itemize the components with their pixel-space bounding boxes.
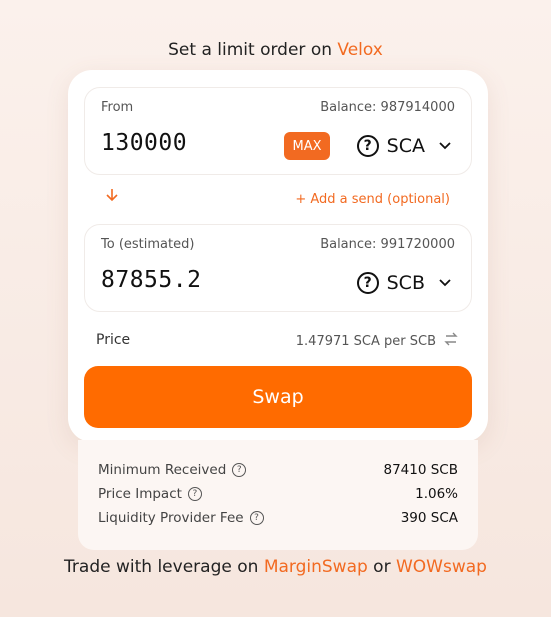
max-button[interactable]: MAX xyxy=(284,132,330,160)
to-panel: To (estimated) Balance: 991720000 87855.… xyxy=(84,224,472,312)
arrow-down-icon[interactable] xyxy=(106,188,118,206)
from-token-selector[interactable]: ? SCA xyxy=(356,132,451,160)
detail-value: 87410 SCB xyxy=(383,462,459,478)
to-label: To (estimated) xyxy=(101,237,195,252)
chevron-down-icon xyxy=(439,276,451,291)
detail-row: Price Impact? 1.06% xyxy=(98,486,458,502)
wowswap-link[interactable]: WOWswap xyxy=(396,557,487,577)
detail-row: Liquidity Provider Fee? 390 SCA xyxy=(98,510,458,526)
limit-order-text: Set a limit order on xyxy=(168,40,338,60)
or-text: or xyxy=(367,557,396,577)
marginswap-link[interactable]: MarginSwap xyxy=(264,557,368,577)
detail-label: Price Impact xyxy=(98,486,182,502)
to-balance: Balance: 991720000 xyxy=(320,237,455,252)
price-value-row: 1.47971 SCA per SCB xyxy=(296,332,458,350)
from-token-name: SCA xyxy=(386,135,425,157)
swap-button[interactable]: Swap xyxy=(84,366,472,428)
velox-link[interactable]: Velox xyxy=(337,40,382,60)
swap-arrows-icon[interactable] xyxy=(444,332,458,350)
detail-value: 1.06% xyxy=(415,486,458,502)
to-amount-input[interactable]: 87855.2 xyxy=(101,267,201,293)
leverage-banner: Trade with leverage on MarginSwap or WOW… xyxy=(0,557,551,577)
info-circle-icon[interactable]: ? xyxy=(187,487,202,501)
detail-label: Minimum Received xyxy=(98,462,227,478)
detail-row: Minimum Received? 87410 SCB xyxy=(98,462,458,478)
from-label: From xyxy=(101,100,134,115)
price-value: 1.47971 SCA per SCB xyxy=(295,333,436,349)
limit-order-banner: Set a limit order on Velox xyxy=(0,40,551,60)
chevron-down-icon xyxy=(439,139,451,154)
from-balance: Balance: 987914000 xyxy=(320,100,455,115)
info-circle-icon[interactable]: ? xyxy=(249,511,264,525)
trade-details: Minimum Received? 87410 SCB Price Impact… xyxy=(78,440,478,550)
to-token-selector[interactable]: ? SCB xyxy=(356,269,451,297)
info-circle-icon[interactable]: ? xyxy=(232,463,247,477)
from-amount-input[interactable]: 130000 xyxy=(101,130,187,156)
to-token-name: SCB xyxy=(386,272,425,294)
leverage-text: Trade with leverage on xyxy=(64,557,264,577)
price-label: Price xyxy=(96,332,131,348)
from-panel: From Balance: 987914000 130000 MAX ? SCA xyxy=(84,87,472,175)
detail-value: 390 SCA xyxy=(400,510,458,526)
detail-label: Liquidity Provider Fee xyxy=(98,510,244,526)
add-send-link[interactable]: + Add a send (optional) xyxy=(295,192,450,207)
swap-card: From Balance: 987914000 130000 MAX ? SCA… xyxy=(68,70,488,442)
question-circle-icon: ? xyxy=(356,272,379,294)
question-circle-icon: ? xyxy=(356,135,379,157)
